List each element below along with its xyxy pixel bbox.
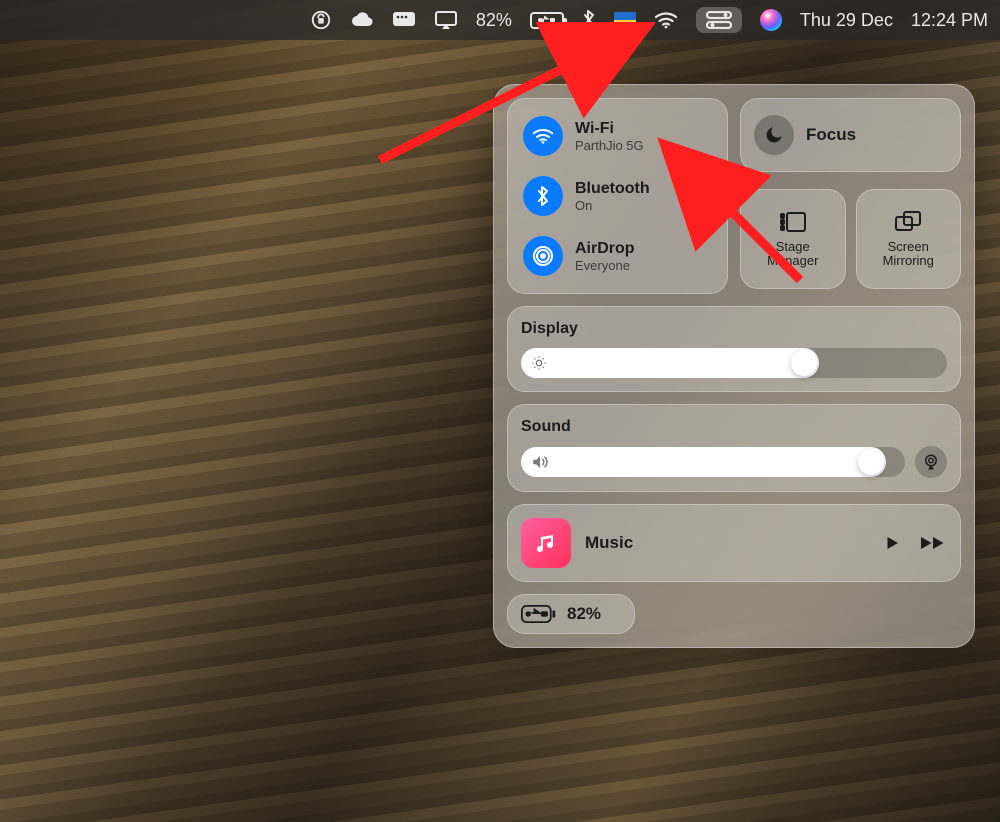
now-playing-title: Music bbox=[585, 533, 869, 553]
control-center-panel: Wi-Fi ParthJio 5G Bluetooth On AirDrop E… bbox=[493, 84, 975, 648]
bluetooth-icon[interactable] bbox=[582, 9, 596, 31]
bluetooth-status: On bbox=[575, 198, 650, 213]
sound-output-button[interactable] bbox=[915, 446, 947, 478]
orientation-lock-icon[interactable] bbox=[310, 9, 332, 31]
battery-icon[interactable] bbox=[530, 12, 564, 29]
speaker-icon bbox=[531, 454, 549, 470]
keyboard-input-icon[interactable] bbox=[392, 11, 416, 29]
siri-icon[interactable] bbox=[760, 9, 782, 31]
wifi-icon bbox=[523, 116, 563, 156]
screen-mirroring-label: Screen Mirroring bbox=[870, 240, 948, 269]
airdrop-status: Everyone bbox=[575, 258, 635, 273]
next-button[interactable] bbox=[919, 534, 947, 552]
stage-manager-icon bbox=[778, 210, 808, 234]
sound-module: Sound bbox=[507, 404, 961, 492]
now-playing-module[interactable]: Music bbox=[507, 504, 961, 582]
airdrop-label: AirDrop bbox=[575, 240, 635, 258]
battery-charging-icon bbox=[521, 605, 557, 623]
menubar: 82% Thu 29 Dec 12:24 PM bbox=[0, 0, 1000, 40]
connectivity-module: Wi-Fi ParthJio 5G Bluetooth On AirDrop E… bbox=[507, 98, 728, 294]
menubar-battery-percent[interactable]: 82% bbox=[476, 10, 512, 31]
bluetooth-icon bbox=[523, 176, 563, 216]
play-button[interactable] bbox=[883, 534, 901, 552]
airdrop-icon bbox=[523, 236, 563, 276]
wifi-label: Wi-Fi bbox=[575, 120, 644, 138]
stage-manager-toggle[interactable]: Stage Manager bbox=[740, 189, 846, 289]
display-label: Display bbox=[521, 320, 947, 338]
wifi-icon[interactable] bbox=[654, 11, 678, 29]
music-app-icon bbox=[521, 518, 571, 568]
control-center-icon[interactable] bbox=[696, 7, 742, 33]
wifi-toggle[interactable]: Wi-Fi ParthJio 5G bbox=[523, 116, 712, 156]
airplay-audio-icon bbox=[922, 453, 940, 471]
airdrop-toggle[interactable]: AirDrop Everyone bbox=[523, 236, 712, 276]
ukraine-flag-icon[interactable] bbox=[614, 12, 636, 28]
cloud-icon[interactable] bbox=[350, 9, 374, 31]
focus-label: Focus bbox=[806, 125, 856, 145]
stage-manager-label: Stage Manager bbox=[754, 240, 832, 269]
airplay-icon[interactable] bbox=[434, 10, 458, 30]
bluetooth-label: Bluetooth bbox=[575, 180, 650, 198]
moon-icon bbox=[754, 115, 794, 155]
screen-mirroring-toggle[interactable]: Screen Mirroring bbox=[856, 189, 962, 289]
display-module: Display bbox=[507, 306, 961, 392]
sound-label: Sound bbox=[521, 418, 947, 436]
menubar-time[interactable]: 12:24 PM bbox=[911, 10, 988, 31]
sun-icon bbox=[531, 355, 547, 371]
battery-percent: 82% bbox=[567, 604, 601, 624]
menubar-date[interactable]: Thu 29 Dec bbox=[800, 10, 893, 31]
display-brightness-slider[interactable] bbox=[521, 348, 947, 378]
bluetooth-toggle[interactable]: Bluetooth On bbox=[523, 176, 712, 216]
screen-mirroring-icon bbox=[893, 210, 923, 234]
focus-toggle[interactable]: Focus bbox=[740, 98, 961, 172]
sound-volume-slider[interactable] bbox=[521, 447, 905, 477]
battery-module[interactable]: 82% bbox=[507, 594, 635, 634]
wifi-status: ParthJio 5G bbox=[575, 138, 644, 153]
